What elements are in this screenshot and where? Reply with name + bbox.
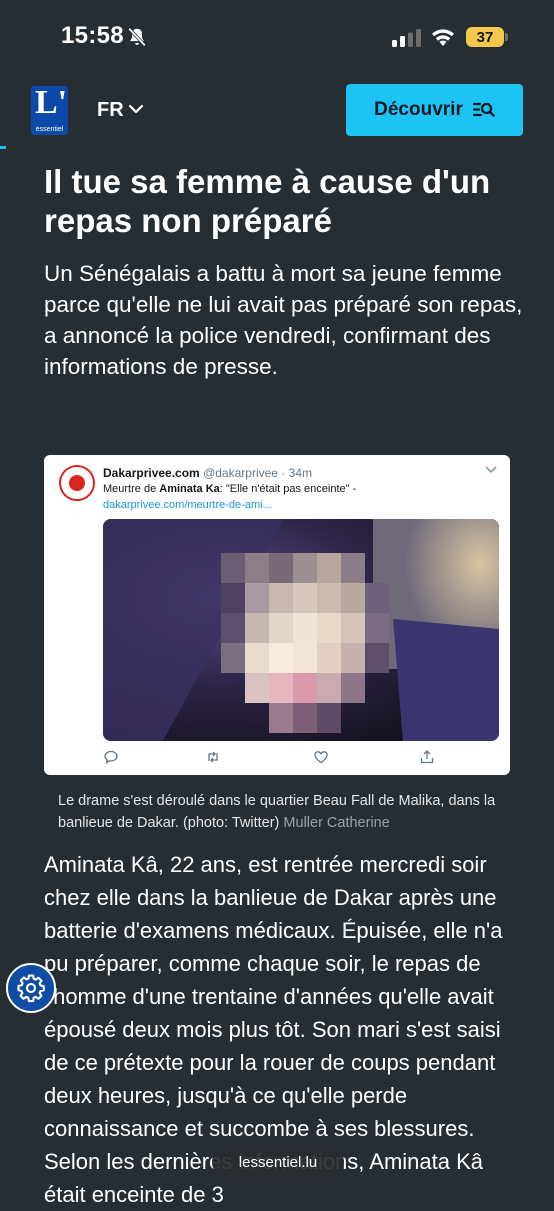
- pixelated-photo: [103, 519, 499, 741]
- search-list-icon: [472, 102, 495, 117]
- tweet-dot: ·: [281, 466, 286, 480]
- status-time: 15:58: [61, 22, 124, 49]
- tweet-age: 34m: [288, 466, 312, 480]
- status-bar: 15:58 37: [0, 0, 554, 75]
- reply-icon: [104, 750, 118, 765]
- chevron-down-icon: [485, 466, 497, 474]
- image-caption: Le drame s'est déroulé dans le quartier …: [58, 790, 528, 834]
- discover-label: Découvrir: [374, 99, 463, 120]
- wifi-icon: [432, 29, 454, 46]
- site-header: L' essentiel FR Découvrir: [0, 75, 554, 147]
- tweet-photo: [103, 519, 499, 741]
- retweet-icon: [208, 751, 218, 763]
- tweet-text-name: Aminata Ka: [159, 483, 220, 495]
- browser-url-pill[interactable]: lessentiel.lu: [212, 1141, 344, 1183]
- tweet-text-prefix: Meurtre de: [103, 483, 160, 495]
- tweet-avatar: [59, 465, 95, 501]
- tweet-account: Dakarprivee.com: [103, 466, 200, 480]
- settings-icon: [17, 974, 45, 1003]
- language-selector[interactable]: FR: [97, 99, 124, 122]
- tweet-text: Meurtre de Aminata Ka: "Elle n'était pas…: [103, 483, 356, 495]
- tweet-text-rest: : "Elle n'était pas enceinte" -: [219, 483, 357, 495]
- battery-icon: 37: [466, 27, 504, 47]
- like-icon: [314, 751, 328, 764]
- accent-line: [0, 146, 6, 149]
- caption-credit: Muller Catherine: [283, 815, 390, 831]
- settings-button[interactable]: [6, 963, 56, 1013]
- article-title: Il tue sa femme à cause d'un repas non p…: [44, 163, 491, 239]
- article-lead: Un Sénégalais a battu à mort sa jeune fe…: [44, 261, 523, 379]
- tweet-handle: @dakarprivee: [203, 466, 278, 480]
- logo-text: essentiel: [35, 126, 64, 133]
- bell-off-icon: [128, 27, 146, 47]
- battery-level: 37: [476, 28, 494, 46]
- chevron-down-icon[interactable]: [128, 103, 144, 115]
- tweet-header: Dakarprivee.com @dakarprivee · 34m: [103, 466, 312, 480]
- tweet-link: dakarprivee.com/meurtre-de-ami...: [103, 499, 272, 511]
- discover-button[interactable]: Découvrir: [346, 84, 523, 136]
- battery-tip: [505, 33, 508, 41]
- signal-icon: [392, 29, 421, 47]
- share-icon: [420, 750, 434, 764]
- tweet-actions: [103, 749, 434, 769]
- caption-text: Le drame s'est déroulé dans le quartier …: [58, 793, 496, 831]
- tweet-image[interactable]: Dakarprivee.com @dakarprivee · 34m Meurt…: [44, 455, 510, 775]
- logo-letter: L': [35, 86, 68, 121]
- site-logo[interactable]: L' essentiel: [31, 86, 68, 135]
